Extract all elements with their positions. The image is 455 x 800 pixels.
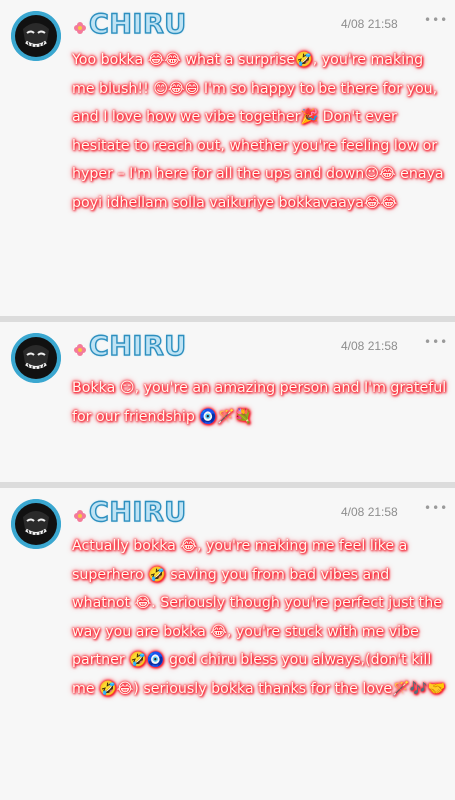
flower-icon <box>74 510 86 522</box>
post-timestamp: 4/08 21:58 <box>341 17 398 31</box>
avatar[interactable] <box>11 333 61 383</box>
avatar-image-icon <box>11 11 61 61</box>
author-name[interactable]: CHIRU <box>88 9 187 40</box>
message-text: Yoo bokka 😂😂 what a surprise🤣, you're ma… <box>72 52 444 211</box>
message-text: Bokka 😏, you're an amazing person and I'… <box>72 380 447 425</box>
author-name[interactable]: CHIRU <box>88 497 187 528</box>
message-feed: CHIRU 4/08 21:58 ••• Yoo bokka 😂😂 what a… <box>0 0 455 800</box>
flower-icon <box>74 22 86 34</box>
post-timestamp: 4/08 21:58 <box>341 339 398 353</box>
post-card[interactable]: CHIRU 4/08 21:58 ••• Actually bokka 😂, y… <box>0 488 455 800</box>
post-card[interactable]: CHIRU 4/08 21:58 ••• Yoo bokka 😂😂 what a… <box>0 0 455 316</box>
post-header: CHIRU 4/08 21:58 ••• <box>0 322 455 383</box>
more-horizontal-icon[interactable]: ••• <box>424 501 448 515</box>
message-text: Actually bokka 😂, you're making me feel … <box>72 538 446 697</box>
avatar-image-icon <box>11 499 61 549</box>
flower-icon <box>74 344 86 356</box>
more-horizontal-icon[interactable]: ••• <box>424 335 448 349</box>
post-timestamp: 4/08 21:58 <box>341 505 398 519</box>
more-horizontal-icon[interactable]: ••• <box>424 13 448 27</box>
author-name[interactable]: CHIRU <box>88 331 187 362</box>
avatar[interactable] <box>11 11 61 61</box>
avatar[interactable] <box>11 499 61 549</box>
avatar-image-icon <box>11 333 61 383</box>
post-card[interactable]: CHIRU 4/08 21:58 ••• Bokka 😏, you're an … <box>0 322 455 482</box>
